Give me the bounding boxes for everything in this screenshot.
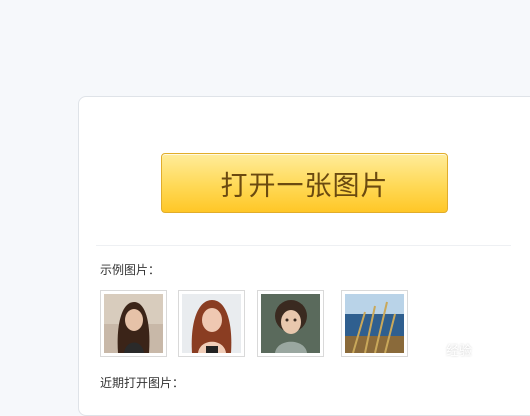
landscape-thumbnail-icon: [345, 294, 404, 353]
watermark-text: 经验: [446, 344, 473, 359]
watermark: 经验: [426, 340, 472, 359]
portrait-thumbnail-icon: [261, 294, 320, 353]
watermark-logo-icon: [426, 341, 442, 358]
divider: [96, 245, 511, 246]
examples-label: 示例图片：: [100, 263, 161, 277]
open-image-button-label: 打开一张图片: [220, 170, 389, 202]
open-image-button[interactable]: 打开一张图片: [161, 153, 448, 213]
example-image-2[interactable]: [178, 290, 245, 357]
recent-images-label: 近期打开图片：: [100, 376, 185, 390]
example-image-4[interactable]: [341, 290, 408, 357]
image-editor-panel: [78, 96, 530, 416]
portrait-thumbnail-icon: [104, 294, 163, 353]
example-image-1[interactable]: [100, 290, 167, 357]
portrait-thumbnail-icon: [182, 294, 241, 353]
example-image-3[interactable]: [257, 290, 324, 357]
